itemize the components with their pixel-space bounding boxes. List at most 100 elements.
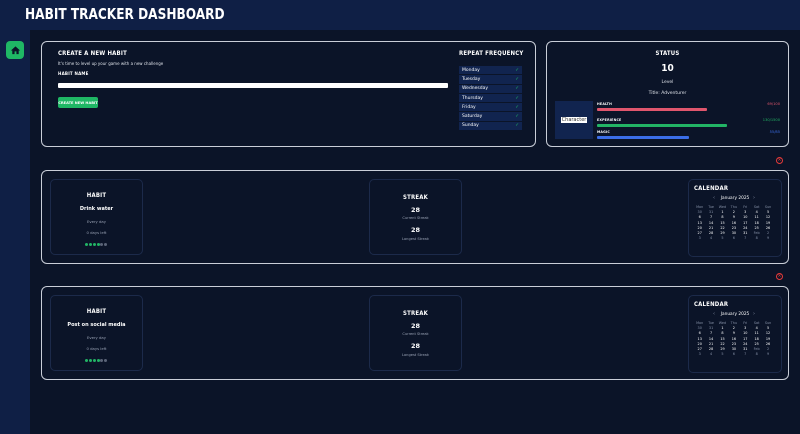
- calendar-day[interactable]: 27: [694, 347, 705, 352]
- calendar-day[interactable]: 5: [717, 352, 728, 357]
- calendar-day[interactable]: 14: [705, 337, 716, 342]
- calendar-day[interactable]: 31: [740, 347, 751, 352]
- calendar-day[interactable]: 18: [751, 337, 762, 342]
- calendar-day[interactable]: 30: [728, 347, 739, 352]
- repeat-day-tuesday[interactable]: Tuesday ✓: [459, 75, 522, 85]
- calendar-day[interactable]: 30: [728, 231, 739, 236]
- calendar-day[interactable]: 9: [728, 331, 739, 336]
- calendar-day[interactable]: 20: [694, 226, 705, 231]
- calendar-day[interactable]: 26: [762, 342, 773, 347]
- calendar-day[interactable]: 14: [705, 221, 716, 226]
- calendar-day[interactable]: 3: [740, 210, 751, 215]
- calendar-day[interactable]: 31: [740, 231, 751, 236]
- calendar-day[interactable]: 19: [762, 337, 773, 342]
- calendar-day[interactable]: 26: [762, 226, 773, 231]
- calendar-day[interactable]: 22: [717, 226, 728, 231]
- calendar-day[interactable]: 17: [740, 221, 751, 226]
- calendar-day[interactable]: 25: [751, 226, 762, 231]
- repeat-day-thursday[interactable]: Thursday ✓: [459, 93, 522, 104]
- create-habit-button[interactable]: CREATE NEW HABIT: [58, 97, 98, 108]
- delete-habit-button[interactable]: ×: [776, 273, 783, 280]
- calendar-day[interactable]: 20: [694, 342, 705, 347]
- calendar-day[interactable]: 11: [751, 331, 762, 336]
- repeat-day-saturday[interactable]: Saturday ✓: [459, 112, 522, 122]
- delete-habit-button[interactable]: ×: [776, 157, 783, 164]
- calendar-day[interactable]: 5: [762, 326, 773, 331]
- calendar-day[interactable]: 22: [717, 342, 728, 347]
- habit-name-input[interactable]: [58, 83, 448, 88]
- calendar-day[interactable]: 8: [717, 331, 728, 336]
- calendar-day[interactable]: 9: [762, 352, 773, 357]
- calendar-day[interactable]: 30: [694, 210, 705, 215]
- calendar-day[interactable]: 1: [717, 210, 728, 215]
- calendar-day[interactable]: 7: [705, 215, 716, 220]
- calendar-day[interactable]: 29: [717, 231, 728, 236]
- calendar-day[interactable]: 18: [751, 221, 762, 226]
- calendar-day[interactable]: 4: [705, 236, 716, 241]
- calendar-day[interactable]: 16: [728, 337, 739, 342]
- calendar-day[interactable]: 13: [694, 221, 705, 226]
- calendar-day[interactable]: 4: [751, 210, 762, 215]
- calendar-day[interactable]: 27: [694, 231, 705, 236]
- calendar-day[interactable]: 24: [740, 342, 751, 347]
- calendar-next-button[interactable]: ›: [753, 311, 755, 317]
- calendar-day[interactable]: 6: [694, 331, 705, 336]
- calendar-day[interactable]: 28: [705, 347, 716, 352]
- calendar-day[interactable]: 3: [740, 326, 751, 331]
- calendar-day[interactable]: 9: [728, 215, 739, 220]
- repeat-day-friday[interactable]: Friday ✓: [459, 103, 522, 113]
- repeat-day-monday[interactable]: Monday ✓: [459, 66, 522, 76]
- calendar-day[interactable]: 3: [694, 352, 705, 357]
- calendar-day[interactable]: 17: [740, 337, 751, 342]
- home-button[interactable]: [6, 41, 24, 59]
- calendar-day[interactable]: 2: [728, 210, 739, 215]
- calendar-day[interactable]: 21: [705, 342, 716, 347]
- calendar-day[interactable]: 7: [740, 352, 751, 357]
- calendar-day[interactable]: 3: [694, 236, 705, 241]
- calendar-day[interactable]: 8: [751, 236, 762, 241]
- calendar-day[interactable]: 11: [751, 215, 762, 220]
- calendar-day[interactable]: 29: [717, 347, 728, 352]
- calendar-day[interactable]: 6: [728, 236, 739, 241]
- calendar-day[interactable]: 7: [740, 236, 751, 241]
- calendar-day[interactable]: 8: [717, 215, 728, 220]
- calendar-day[interactable]: 12: [762, 331, 773, 336]
- calendar-day[interactable]: 7: [705, 331, 716, 336]
- calendar-day[interactable]: 10: [740, 331, 751, 336]
- calendar-day[interactable]: 16: [728, 221, 739, 226]
- calendar-day[interactable]: 10: [740, 215, 751, 220]
- calendar-day[interactable]: 15: [717, 221, 728, 226]
- weekday-label: Thu: [730, 321, 738, 325]
- calendar-day[interactable]: 28: [705, 231, 716, 236]
- calendar-day[interactable]: 15: [717, 337, 728, 342]
- calendar-day[interactable]: 30: [694, 326, 705, 331]
- calendar-day[interactable]: 8: [751, 352, 762, 357]
- calendar-next-button[interactable]: ›: [753, 195, 755, 201]
- calendar-day[interactable]: 23: [728, 342, 739, 347]
- calendar-day[interactable]: 5: [717, 236, 728, 241]
- calendar-day[interactable]: 13: [694, 337, 705, 342]
- calendar-day[interactable]: 4: [751, 326, 762, 331]
- calendar-day[interactable]: 24: [740, 226, 751, 231]
- repeat-day-sunday[interactable]: Sunday ✓: [459, 121, 522, 132]
- calendar-day[interactable]: 1: [717, 326, 728, 331]
- calendar-day[interactable]: 4: [705, 352, 716, 357]
- calendar-day[interactable]: 2: [728, 326, 739, 331]
- calendar-day[interactable]: 19: [762, 221, 773, 226]
- calendar-day[interactable]: 6: [694, 215, 705, 220]
- calendar-day[interactable]: 31: [705, 326, 716, 331]
- calendar-day[interactable]: Feb: [751, 347, 762, 352]
- calendar-day[interactable]: 25: [751, 342, 762, 347]
- calendar-day[interactable]: 9: [762, 236, 773, 241]
- calendar-day[interactable]: 2: [762, 347, 773, 352]
- weekday-label: Tue: [708, 205, 714, 209]
- calendar-day[interactable]: 5: [762, 210, 773, 215]
- calendar-day[interactable]: 2: [762, 231, 773, 236]
- calendar-day[interactable]: 23: [728, 226, 739, 231]
- repeat-day-wednesday[interactable]: Wednesday ✓: [459, 84, 522, 94]
- calendar-day[interactable]: 31: [705, 210, 716, 215]
- calendar-day[interactable]: 21: [705, 226, 716, 231]
- calendar-day[interactable]: Feb: [751, 231, 762, 236]
- calendar-day[interactable]: 6: [728, 352, 739, 357]
- calendar-day[interactable]: 12: [762, 215, 773, 220]
